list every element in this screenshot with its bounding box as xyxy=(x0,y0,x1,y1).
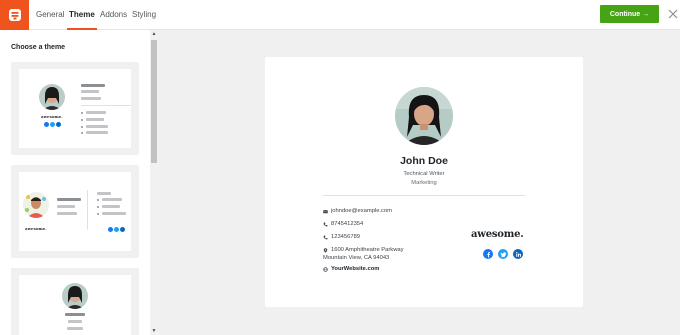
tab-theme[interactable]: Theme xyxy=(67,0,97,30)
theme-thumbnail-2: awesome. xyxy=(19,172,131,251)
signature-mobile: 123456789 xyxy=(331,234,361,240)
signature-avatar xyxy=(395,87,453,145)
thumbnail-wordmark: awesome. xyxy=(41,114,63,119)
theme-thumbnail-1: awesome. xyxy=(19,69,131,148)
twitter-icon[interactable] xyxy=(498,249,508,259)
scrollbar-thumb[interactable] xyxy=(151,40,157,163)
theme-thumbnail-3 xyxy=(19,275,131,335)
theme-card-2[interactable]: awesome. xyxy=(11,165,139,258)
signature-preview-card: John Doe Technical Writer Marketing john… xyxy=(265,57,583,307)
top-bar: General Theme Addons Styling Continue → xyxy=(0,0,680,30)
theme-card-1[interactable]: awesome. xyxy=(11,62,139,155)
thumbnail-twitter-icon xyxy=(50,122,55,127)
continue-button[interactable]: Continue → xyxy=(600,5,659,23)
signature-address-row: 1600 Amphitheatre Parkway xyxy=(323,247,404,255)
signature-address-line2-row: Mountain View, CA 94043 xyxy=(323,255,389,263)
signature-website-row: YourWebsite.com xyxy=(323,266,379,274)
phone-icon xyxy=(323,222,328,226)
phone-icon xyxy=(323,235,328,239)
scroll-down-icon[interactable]: ▼ xyxy=(150,327,158,335)
sidebar-title: Choose a theme xyxy=(11,44,66,51)
theme-card-3[interactable] xyxy=(11,268,139,335)
scroll-up-icon[interactable]: ▲ xyxy=(150,30,158,38)
signature-website[interactable]: YourWebsite.com xyxy=(331,266,379,274)
thumbnail-avatar xyxy=(39,84,65,110)
signature-mobile-row: 123456789 xyxy=(323,234,360,242)
signature-divider xyxy=(323,195,525,196)
signature-email-row: johndoe@example.com xyxy=(323,208,392,216)
location-pin-icon xyxy=(323,247,328,253)
thumbnail-avatar xyxy=(23,192,49,218)
thumbnail-avatar xyxy=(62,283,88,309)
signature-preview-area: John Doe Technical Writer Marketing john… xyxy=(158,30,680,335)
thumbnail-linkedin-icon xyxy=(120,227,125,232)
sidebar-scrollbar[interactable]: ▲ ▼ xyxy=(150,30,158,335)
thumbnail-facebook-icon xyxy=(108,227,113,232)
signature-address-line1: 1600 Amphitheatre Parkway xyxy=(331,247,404,253)
signature-company-logo: awesome. xyxy=(471,229,524,240)
email-icon xyxy=(323,209,328,213)
signature-phone: 8745412354 xyxy=(331,221,364,227)
signature-job-title: Technical Writer xyxy=(403,171,445,177)
linkedin-icon[interactable] xyxy=(513,249,523,259)
tab-general[interactable]: General xyxy=(36,0,64,30)
close-icon[interactable] xyxy=(667,8,679,20)
logo-icon xyxy=(8,9,21,21)
facebook-icon[interactable] xyxy=(483,249,493,259)
signature-department: Marketing xyxy=(411,180,437,186)
signature-address-line2: Mountain View, CA 94043 xyxy=(323,254,390,261)
thumbnail-wordmark: awesome. xyxy=(25,226,47,231)
tab-addons[interactable]: Addons xyxy=(100,0,127,30)
app-logo xyxy=(0,0,29,30)
signature-name: John Doe xyxy=(400,155,448,167)
tab-styling[interactable]: Styling xyxy=(132,0,156,30)
signature-email: johndoe@example.com xyxy=(331,208,392,214)
thumbnail-twitter-icon xyxy=(114,227,119,232)
theme-sidebar: Choose a theme awesome. awesome. xyxy=(0,30,150,335)
globe-icon xyxy=(323,266,328,272)
signature-phone-row: 8745412354 xyxy=(323,221,363,229)
thumbnail-facebook-icon xyxy=(44,122,49,127)
thumbnail-linkedin-icon xyxy=(56,122,61,127)
